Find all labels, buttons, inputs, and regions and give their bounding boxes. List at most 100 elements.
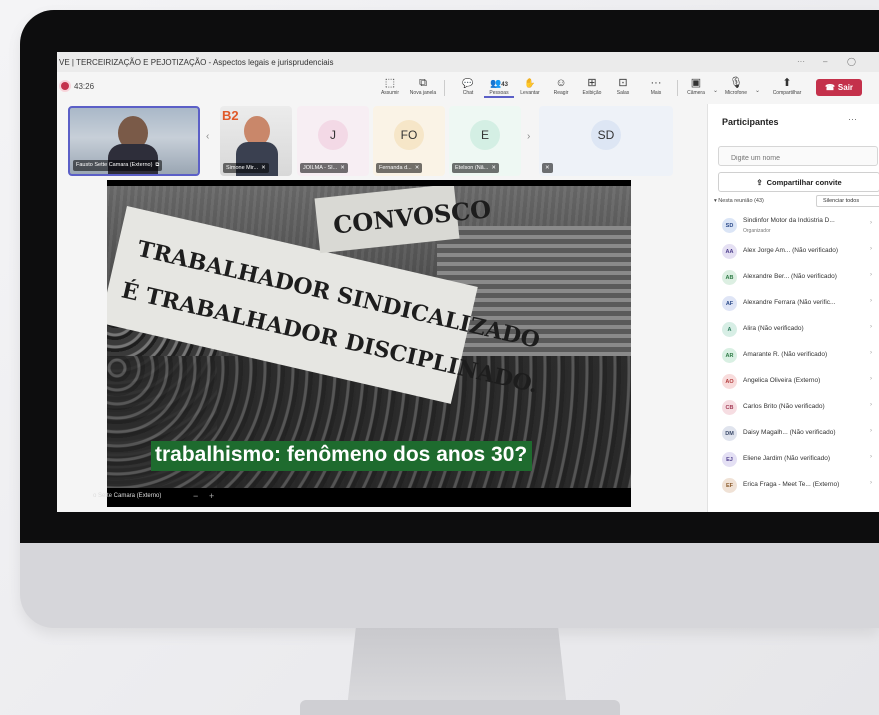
meeting-stage: Fausto Sette Camara (Externo) ⧉ ‹ B2 Simo…	[57, 104, 707, 512]
avatar: AR	[722, 348, 737, 363]
chevron-right-icon[interactable]: ›	[870, 402, 872, 408]
avatar: AO	[722, 374, 737, 389]
avatar: EF	[722, 478, 737, 493]
participant-list-item[interactable]: SD Sindinfor Motor da Indústria D... Organ…	[708, 212, 879, 238]
chevron-right-icon[interactable]: ›	[870, 454, 872, 460]
video-tile-etelson[interactable]: E Etelson (Nã... ✕	[449, 106, 521, 176]
new-window-button[interactable]: ⧉ Nova janela	[408, 76, 438, 96]
avatar: FO	[394, 120, 424, 150]
share-invite-button[interactable]: ⇪ Compartilhar convite	[718, 172, 879, 192]
participant-name: Erica Fraga - Meet Te... (Externo)	[743, 481, 840, 488]
maximize-button[interactable]: ◯	[847, 57, 856, 66]
take-control-icon: ⬚	[384, 77, 396, 89]
participant-name: Daisy Magalh... (Não verificado)	[743, 429, 836, 436]
slide-caption: trabalhismo: fenômeno dos anos 30?	[151, 441, 533, 471]
participant-list-item[interactable]: AO Angelica Oliveira (Externo) ›	[708, 368, 879, 394]
avatar: DM	[722, 426, 737, 441]
shared-screen-footer: o Sette Camara (Externo) − +	[93, 489, 631, 507]
mic-off-icon: ✕	[340, 165, 345, 171]
participant-list-item[interactable]: AA Alex Jorge Am... (Não verificado) ›	[708, 238, 879, 264]
camera-off-icon: ▣	[690, 77, 702, 89]
leave-button[interactable]: ☎ Sair	[816, 79, 862, 96]
more-icon: ···	[650, 77, 662, 89]
share-button[interactable]: ⬆ Compartilhar	[767, 76, 807, 96]
participant-list-item[interactable]: EJ Eliene Jardim (Não verificado) ›	[708, 446, 879, 472]
view-icon: ⊞	[587, 77, 597, 89]
title-bar: VE | TERCEIRIZAÇÃO E PEJOTIZAÇÃO - Aspec…	[57, 52, 879, 72]
panel-more-icon[interactable]: ···	[848, 114, 857, 124]
participant-list-item[interactable]: AR Amarante R. (Não verificado) ›	[708, 342, 879, 368]
chevron-right-icon[interactable]: ›	[527, 131, 530, 142]
mic-off-icon: ✕	[414, 165, 420, 171]
share-icon: ⇪	[756, 177, 763, 187]
chat-icon: 💬	[462, 78, 474, 88]
chat-button[interactable]: 💬 Chat	[453, 76, 483, 96]
people-button[interactable]: 👥43 Pessoas	[484, 76, 514, 98]
video-tile-fernanda[interactable]: FO Fernanda d... ✕	[373, 106, 445, 176]
recording-timer: 43:26	[74, 82, 95, 91]
avatar: SD	[722, 218, 737, 233]
more-button[interactable]: ··· Mais	[641, 76, 671, 96]
participant-list-item[interactable]: CB Carlos Brito (Não verificado) ›	[708, 394, 879, 420]
camera-button[interactable]: ▣ Câmera	[681, 76, 711, 96]
section-header[interactable]: ▾ Nesta reunião (43)	[714, 198, 764, 204]
share-screen-icon: ⬆	[782, 77, 792, 89]
avatar: AA	[722, 244, 737, 259]
react-button[interactable]: ☺ Reagir	[546, 76, 576, 96]
shared-screen[interactable]: TRABALHADOR SINDICALIZADO É TRABALHADOR …	[93, 180, 631, 507]
view-button[interactable]: ⊞ Exibição	[577, 76, 607, 96]
video-tile-joilma[interactable]: J JOILMA - SI... ✕	[297, 106, 369, 176]
recording-icon	[61, 82, 69, 90]
video-tile-fausto[interactable]: Fausto Sette Camara (Externo) ⧉	[68, 106, 200, 176]
avatar: CB	[722, 400, 737, 415]
participants-panel: Participantes ··· ⇪ Compartilhar convite…	[707, 104, 879, 512]
zoom-out-icon[interactable]: −	[193, 491, 198, 501]
mic-off-icon: ✕	[491, 165, 496, 171]
minimize-button[interactable]: –	[823, 57, 827, 66]
participant-name: Alex Jorge Am... (Não verificado)	[743, 247, 839, 254]
mute-all-button[interactable]: Silenciar todos	[816, 195, 879, 207]
chevron-right-icon[interactable]: ›	[870, 272, 872, 278]
rooms-icon: ⊡	[618, 77, 628, 89]
panel-title: Participantes	[722, 117, 779, 127]
people-icon: 👥43	[490, 78, 508, 88]
avatar: J	[318, 120, 348, 150]
avatar: SD	[591, 120, 621, 150]
participant-name: Sindinfor Motor da Indústria D...	[743, 217, 835, 224]
camera-options-chevron-icon[interactable]: ⌄	[713, 87, 718, 94]
participant-name: Alexandre Ferrara (Não verific...	[743, 299, 836, 306]
chevron-right-icon[interactable]: ›	[870, 350, 872, 356]
zoom-in-icon[interactable]: +	[209, 491, 214, 501]
video-tile-sd[interactable]: SD ✕	[539, 106, 673, 176]
avatar: AF	[722, 296, 737, 311]
participant-list-item[interactable]: AF Alexandre Ferrara (Não verific... ›	[708, 290, 879, 316]
participant-search-input[interactable]	[718, 146, 878, 166]
chevron-right-icon[interactable]: ›	[870, 376, 872, 382]
participant-name: Carlos Brito (Não verificado)	[743, 403, 825, 410]
microphone-options-chevron-icon[interactable]: ⌄	[755, 87, 760, 94]
window-title: VE | TERCEIRIZAÇÃO E PEJOTIZAÇÃO - Aspec…	[59, 58, 334, 67]
participant-list-item[interactable]: A Alira (Não verificado) ›	[708, 316, 879, 342]
chevron-right-icon[interactable]: ›	[870, 220, 872, 226]
presenter-name: o Sette Camara (Externo)	[93, 493, 162, 499]
video-tile-simone[interactable]: B2 Simone Mir... ✕	[220, 106, 292, 176]
participant-list-item[interactable]: DM Daisy Magalh... (Não verificado) ›	[708, 420, 879, 446]
participant-role: Organizador	[743, 228, 771, 234]
chevron-right-icon[interactable]: ›	[870, 480, 872, 486]
participant-list-item[interactable]: AB Alexandre Ber... (Não verificado) ›	[708, 264, 879, 290]
window-more-button[interactable]: ···	[797, 57, 805, 66]
raise-hand-button[interactable]: ✋ Levantar	[515, 76, 545, 96]
mic-off-icon: ✕	[545, 165, 550, 171]
chevron-right-icon[interactable]: ›	[870, 298, 872, 304]
participant-name: Angelica Oliveira (Externo)	[743, 377, 821, 384]
toolbar-divider	[444, 80, 445, 96]
chevron-right-icon[interactable]: ›	[870, 246, 872, 252]
take-control-button[interactable]: ⬚ Assumir	[375, 76, 405, 96]
chevron-right-icon[interactable]: ›	[870, 428, 872, 434]
chevron-right-icon[interactable]: ›	[870, 324, 872, 330]
chevron-left-icon[interactable]: ‹	[206, 131, 209, 142]
rooms-button[interactable]: ⊡ Salas	[608, 76, 638, 96]
participant-name: Alira (Não verificado)	[743, 325, 804, 332]
participant-list-item[interactable]: EF Erica Fraga - Meet Te... (Externo) ›	[708, 472, 879, 498]
microphone-button[interactable]: 🎙 Microfone	[721, 76, 751, 96]
